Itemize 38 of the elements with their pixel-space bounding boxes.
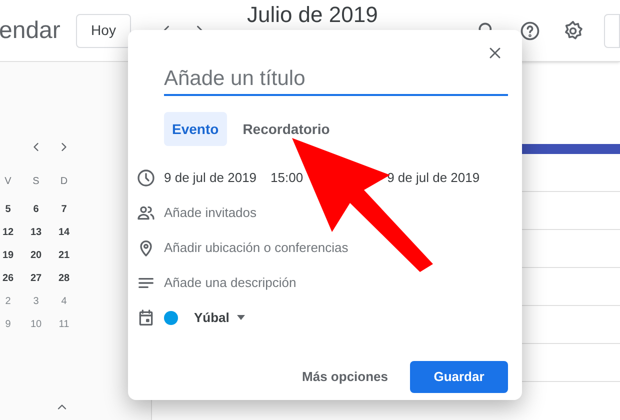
calendar-day[interactable]: 20 [22, 244, 50, 267]
calendar-day[interactable]: 5 [0, 198, 22, 221]
calendar-dropdown[interactable]: Yúbal [194, 308, 246, 328]
more-options-button[interactable]: Más opciones [294, 361, 396, 393]
calendar-day[interactable]: 27 [22, 267, 50, 290]
calendar-day[interactable]: 3 [22, 290, 50, 313]
calendar-day[interactable]: 12 [0, 221, 22, 244]
calendar-day[interactable]: 28 [50, 267, 78, 290]
tab[interactable]: Recordatorio [234, 112, 338, 146]
weekday-label: S [32, 174, 40, 188]
field-placeholder[interactable]: Añadir ubicación o conferencias [164, 238, 348, 258]
calendar-day[interactable]: 26 [0, 267, 22, 290]
calendar-day[interactable]: 21 [50, 244, 78, 267]
tab[interactable]: Evento [164, 112, 227, 146]
help-icon[interactable] [518, 20, 541, 42]
calendar-day[interactable]: 6 [22, 198, 50, 221]
calendar-day[interactable]: 11 [50, 313, 78, 336]
end-date[interactable]: 9 de jul de 2019 [387, 168, 480, 188]
start-time[interactable]: 15:00 [270, 168, 304, 188]
weekday-label: D [59, 174, 69, 188]
calendar-day[interactable]: 19 [0, 244, 22, 267]
calendar-day[interactable]: 2 [0, 290, 22, 313]
calendar-day[interactable]: 13 [22, 221, 50, 244]
app-title: endar [0, 16, 62, 46]
calendar-day[interactable]: 7 [50, 198, 78, 221]
calendar-day[interactable]: 14 [50, 221, 78, 244]
weekday-label: V [4, 174, 12, 188]
field-placeholder[interactable]: Añade invitados [164, 202, 257, 222]
calendar-day[interactable]: 4 [50, 290, 78, 313]
start-date[interactable]: 9 de jul de 2019 [164, 168, 257, 188]
save-button[interactable]: Guardar [410, 361, 508, 393]
caret-icon[interactable] [237, 315, 246, 320]
field-placeholder[interactable]: Añade una descripción [164, 272, 296, 292]
calendar-day[interactable]: 9 [0, 313, 22, 336]
month-title: Julio de 2019 [246, 1, 378, 29]
title-field[interactable]: Añade un título [164, 64, 508, 96]
clock-icon [136, 168, 156, 188]
calendar-day[interactable]: 10 [22, 313, 50, 336]
